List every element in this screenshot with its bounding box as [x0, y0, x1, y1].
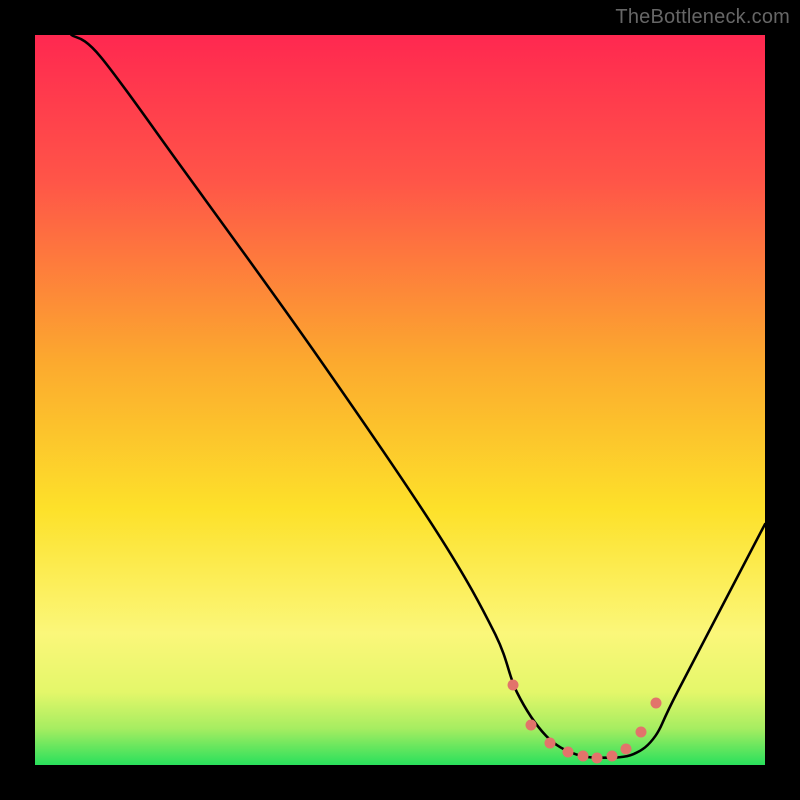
optimal-dot	[562, 746, 573, 757]
optimal-dot	[508, 679, 519, 690]
watermark-text: TheBottleneck.com	[615, 6, 790, 29]
optimal-dot	[621, 743, 632, 754]
optimal-dot	[577, 751, 588, 762]
chart-frame: TheBottleneck.com	[0, 0, 800, 800]
optimal-dot	[526, 719, 537, 730]
optimal-dot	[606, 750, 617, 761]
optimal-dot	[544, 738, 555, 749]
optimal-dot	[650, 697, 661, 708]
plot-area	[35, 35, 765, 765]
optimal-dot	[635, 727, 646, 738]
optimal-dot	[592, 752, 603, 763]
optimal-range-dots	[35, 35, 765, 765]
